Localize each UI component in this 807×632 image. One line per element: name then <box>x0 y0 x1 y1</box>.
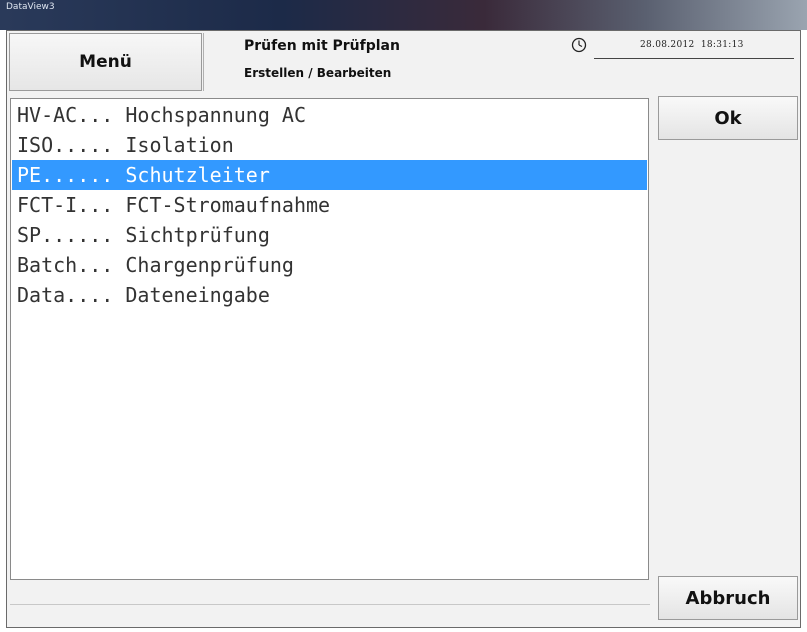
list-item-hv-ac[interactable]: HV-AC... Hochspannung AC <box>12 100 647 130</box>
page-title: Prüfen mit Prüfplan <box>244 38 400 54</box>
datetime-underline <box>594 58 794 59</box>
list-item-data[interactable]: Data.... Dateneingabe <box>12 280 647 310</box>
menu-button[interactable]: Menü <box>9 33 202 91</box>
header-divider <box>203 33 204 91</box>
datetime-display: 28.08.2012 18:31:13 <box>640 40 744 50</box>
clock-icon <box>571 37 587 53</box>
test-type-list[interactable]: HV-AC... Hochspannung AC ISO..... Isolat… <box>10 98 649 580</box>
list-item-iso[interactable]: ISO..... Isolation <box>12 130 647 160</box>
ok-button[interactable]: Ok <box>658 96 798 140</box>
list-item-batch[interactable]: Batch... Chargenprüfung <box>12 250 647 280</box>
list-item-sp[interactable]: SP...... Sichtprüfung <box>12 220 647 250</box>
window-titlebar: DataView3 <box>0 0 807 30</box>
list-item-pe[interactable]: PE...... Schutzleiter <box>12 160 647 190</box>
cancel-button[interactable]: Abbruch <box>658 576 798 620</box>
time-value: 18:31:13 <box>700 40 744 50</box>
date-value: 28.08.2012 <box>640 40 695 50</box>
bottom-divider <box>10 604 650 605</box>
window-title: DataView3 <box>6 2 55 12</box>
page-subtitle: Erstellen / Bearbeiten <box>244 66 392 80</box>
list-item-fct-i[interactable]: FCT-I... FCT-Stromaufnahme <box>12 190 647 220</box>
